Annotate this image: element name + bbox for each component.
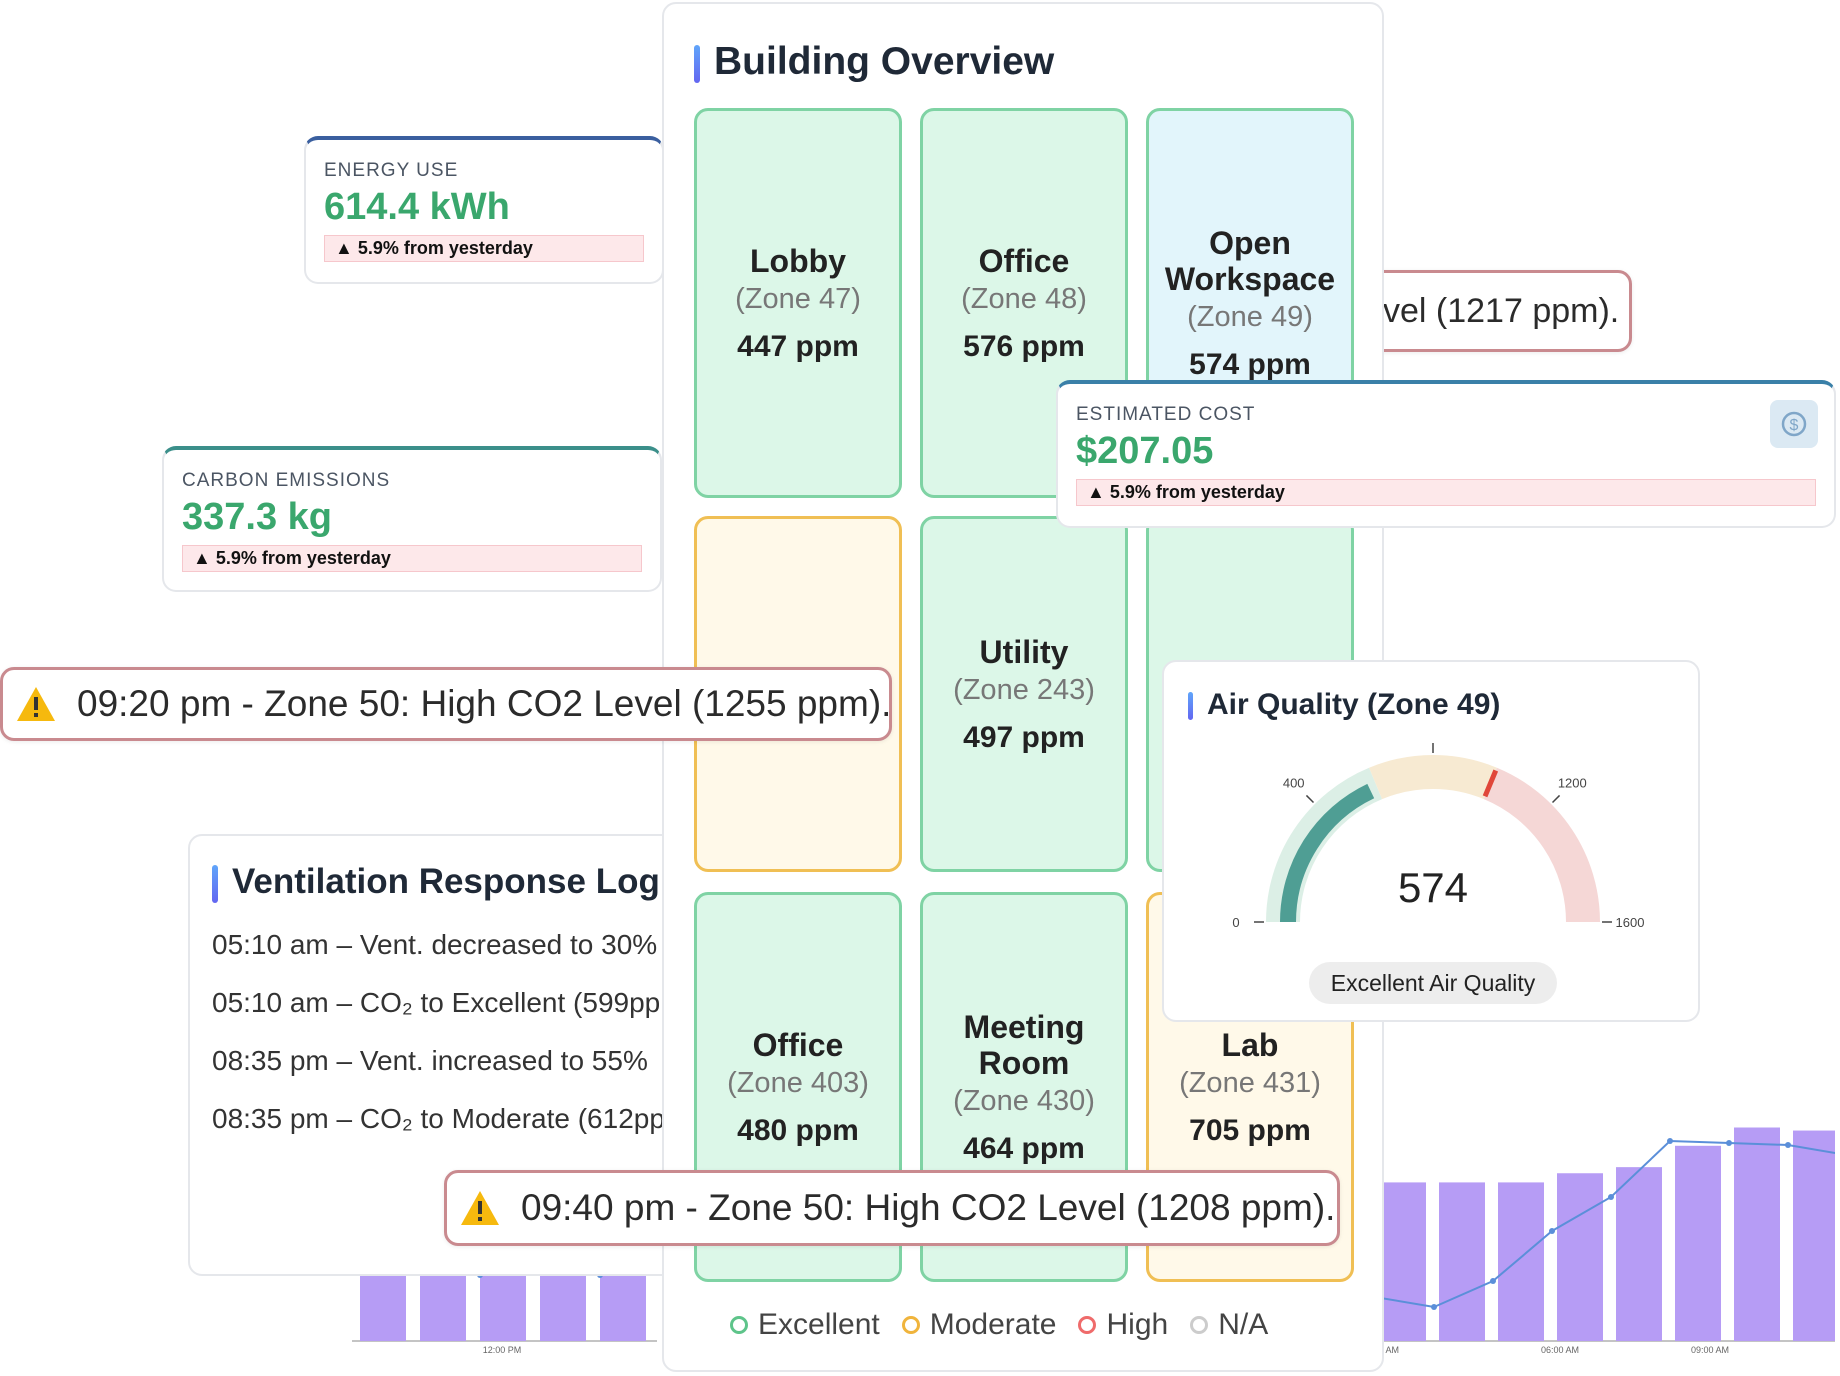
- gauge-tick-label: 1600: [1616, 915, 1645, 930]
- gauge-tick-label: ---: [1427, 732, 1440, 733]
- zone-id: (Zone 48): [961, 282, 1087, 315]
- bar: [1616, 1167, 1662, 1341]
- gauge-band-moderate: [1369, 755, 1497, 800]
- alert-text: vel (1217 ppm).: [1383, 291, 1620, 330]
- co2-trend-chart-right: 03:00 AM06:00 AM09:00 AM: [1380, 1127, 1835, 1355]
- x-tick-label: 06:00 AM: [1541, 1345, 1579, 1355]
- air-quality-status-badge: Excellent Air Quality: [1309, 962, 1557, 1004]
- zone-name: Lobby: [750, 242, 846, 279]
- zone-co2-value: 705 ppm: [1189, 1113, 1311, 1147]
- x-tick-label: 12:00 PM: [483, 1345, 522, 1355]
- bar: [1498, 1182, 1544, 1341]
- air-quality-title: Air Quality (Zone 49): [1207, 688, 1501, 721]
- legend-label: N/A: [1218, 1308, 1269, 1341]
- alert-toast-0940[interactable]: 09:40 pm - Zone 50: High CO2 Level (1208…: [444, 1170, 1340, 1246]
- zone-id: (Zone 403): [727, 1066, 869, 1099]
- estimated-cost-change: ▲ 5.9% from yesterday: [1076, 479, 1816, 506]
- zone-tile[interactable]: Lobby (Zone 47) 447 ppm: [694, 108, 902, 498]
- log-item: 05:10 am – CO₂ to Excellent (599ppm: [212, 986, 684, 1018]
- carbon-emissions-label: CARBON EMISSIONS: [182, 470, 391, 491]
- energy-use-card: ENERGY USE 614.4 kWh ▲ 5.9% from yesterd…: [304, 136, 664, 284]
- zone-id: (Zone 243): [953, 673, 1095, 706]
- trend-point: [1549, 1228, 1555, 1234]
- warning-icon: [461, 1191, 499, 1225]
- zone-name: Office: [978, 242, 1070, 279]
- estimated-cost-label: ESTIMATED COST: [1076, 404, 1256, 425]
- air-quality-gauge: 0 400 --- 1200 1600 574: [1232, 732, 1645, 930]
- air-quality-card: Air Quality (Zone 49) 0 400 --- 1200 1600 574…: [1162, 660, 1700, 1022]
- gauge-band-high: [1483, 767, 1600, 923]
- alert-text: 09:20 pm - Zone 50: High CO2 Level (1255…: [77, 683, 892, 724]
- trend-point: [1490, 1278, 1496, 1284]
- zone-id: (Zone 430): [953, 1084, 1095, 1117]
- bar: [1557, 1173, 1603, 1341]
- bar: [1793, 1130, 1835, 1341]
- zone-tile[interactable]: Utility (Zone 243) 497 ppm: [920, 516, 1128, 872]
- zone-name: Open Workspace: [1164, 224, 1336, 297]
- zone-co2-value: 480 ppm: [737, 1113, 859, 1147]
- trend-point: [1726, 1140, 1732, 1146]
- legend-dot: [730, 1316, 748, 1334]
- estimated-cost-value: $207.05: [1076, 430, 1214, 472]
- building-overview-title: Building Overview: [714, 40, 1055, 83]
- bar: [1439, 1182, 1485, 1341]
- zone-co2-value: 576 ppm: [963, 329, 1085, 363]
- legend-label: Moderate: [929, 1308, 1057, 1341]
- zone-name: Lab: [1221, 1026, 1279, 1063]
- gauge-tick-label: 0: [1232, 915, 1239, 930]
- legend-label: Excellent: [758, 1308, 880, 1341]
- gauge-value: 574: [1398, 864, 1468, 911]
- gauge-tick: [1305, 794, 1315, 804]
- ventilation-log-title: Ventilation Response Log: [232, 862, 660, 901]
- gauge-tick: [1551, 794, 1561, 804]
- zone-co2-value: 574 ppm: [1189, 347, 1311, 381]
- zone-co2-value: 447 ppm: [737, 329, 859, 363]
- energy-use-value: 614.4 kWh: [324, 186, 510, 228]
- gauge-tick-label: 400: [1283, 776, 1305, 791]
- carbon-emissions-value: 337.3 kg: [182, 496, 332, 538]
- bar: [1734, 1127, 1780, 1341]
- zone-name: Meeting Room: [963, 1008, 1085, 1081]
- log-item: 05:10 am – Vent. decreased to 30%: [212, 928, 658, 960]
- legend-dot: [901, 1316, 920, 1334]
- carbon-emissions-change: ▲ 5.9% from yesterday: [182, 545, 642, 572]
- legend-dot: [1078, 1316, 1097, 1334]
- log-item: 08:35 pm – CO₂ to Moderate (612ppm: [212, 1102, 689, 1134]
- zone-id: (Zone 49): [1187, 300, 1313, 333]
- legend-label: High: [1106, 1308, 1169, 1341]
- zone-id: (Zone 47): [735, 282, 861, 315]
- estimated-cost-card: ESTIMATED COST $207.05 ▲ 5.9% from yeste…: [1056, 380, 1836, 528]
- zone-co2-value: 497 ppm: [963, 720, 1085, 754]
- trend-point: [1608, 1194, 1614, 1200]
- bar: [1380, 1182, 1426, 1341]
- dollar-icon: $: [1770, 400, 1818, 448]
- zone-name: Office: [752, 1026, 844, 1063]
- svg-text:$: $: [1790, 417, 1799, 434]
- zone-name: Utility: [979, 633, 1069, 670]
- energy-use-label: ENERGY USE: [324, 160, 459, 181]
- carbon-emissions-card: CARBON EMISSIONS 337.3 kg ▲ 5.9% from ye…: [162, 446, 662, 592]
- trend-point: [1667, 1138, 1673, 1144]
- alert-text: 09:40 pm - Zone 50: High CO2 Level (1208…: [521, 1187, 1336, 1228]
- x-tick-label: 09:00 AM: [1691, 1345, 1729, 1355]
- zone-co2-value: 464 ppm: [963, 1131, 1085, 1165]
- energy-use-change: ▲ 5.9% from yesterday: [324, 235, 644, 262]
- warning-icon: [17, 687, 55, 721]
- zone-id: (Zone 431): [1179, 1066, 1321, 1099]
- log-item: 08:35 pm – Vent. increased to 55%: [212, 1044, 648, 1076]
- status-legend: Excellent Moderate High N/A: [730, 1308, 1268, 1342]
- gauge-tick-label: 1200: [1558, 776, 1587, 791]
- legend-dot: [1190, 1316, 1209, 1334]
- bar: [1675, 1145, 1721, 1341]
- alert-toast-0920[interactable]: 09:20 pm - Zone 50: High CO2 Level (1255…: [0, 667, 892, 741]
- trend-point: [1431, 1304, 1437, 1310]
- trend-point: [1785, 1142, 1791, 1148]
